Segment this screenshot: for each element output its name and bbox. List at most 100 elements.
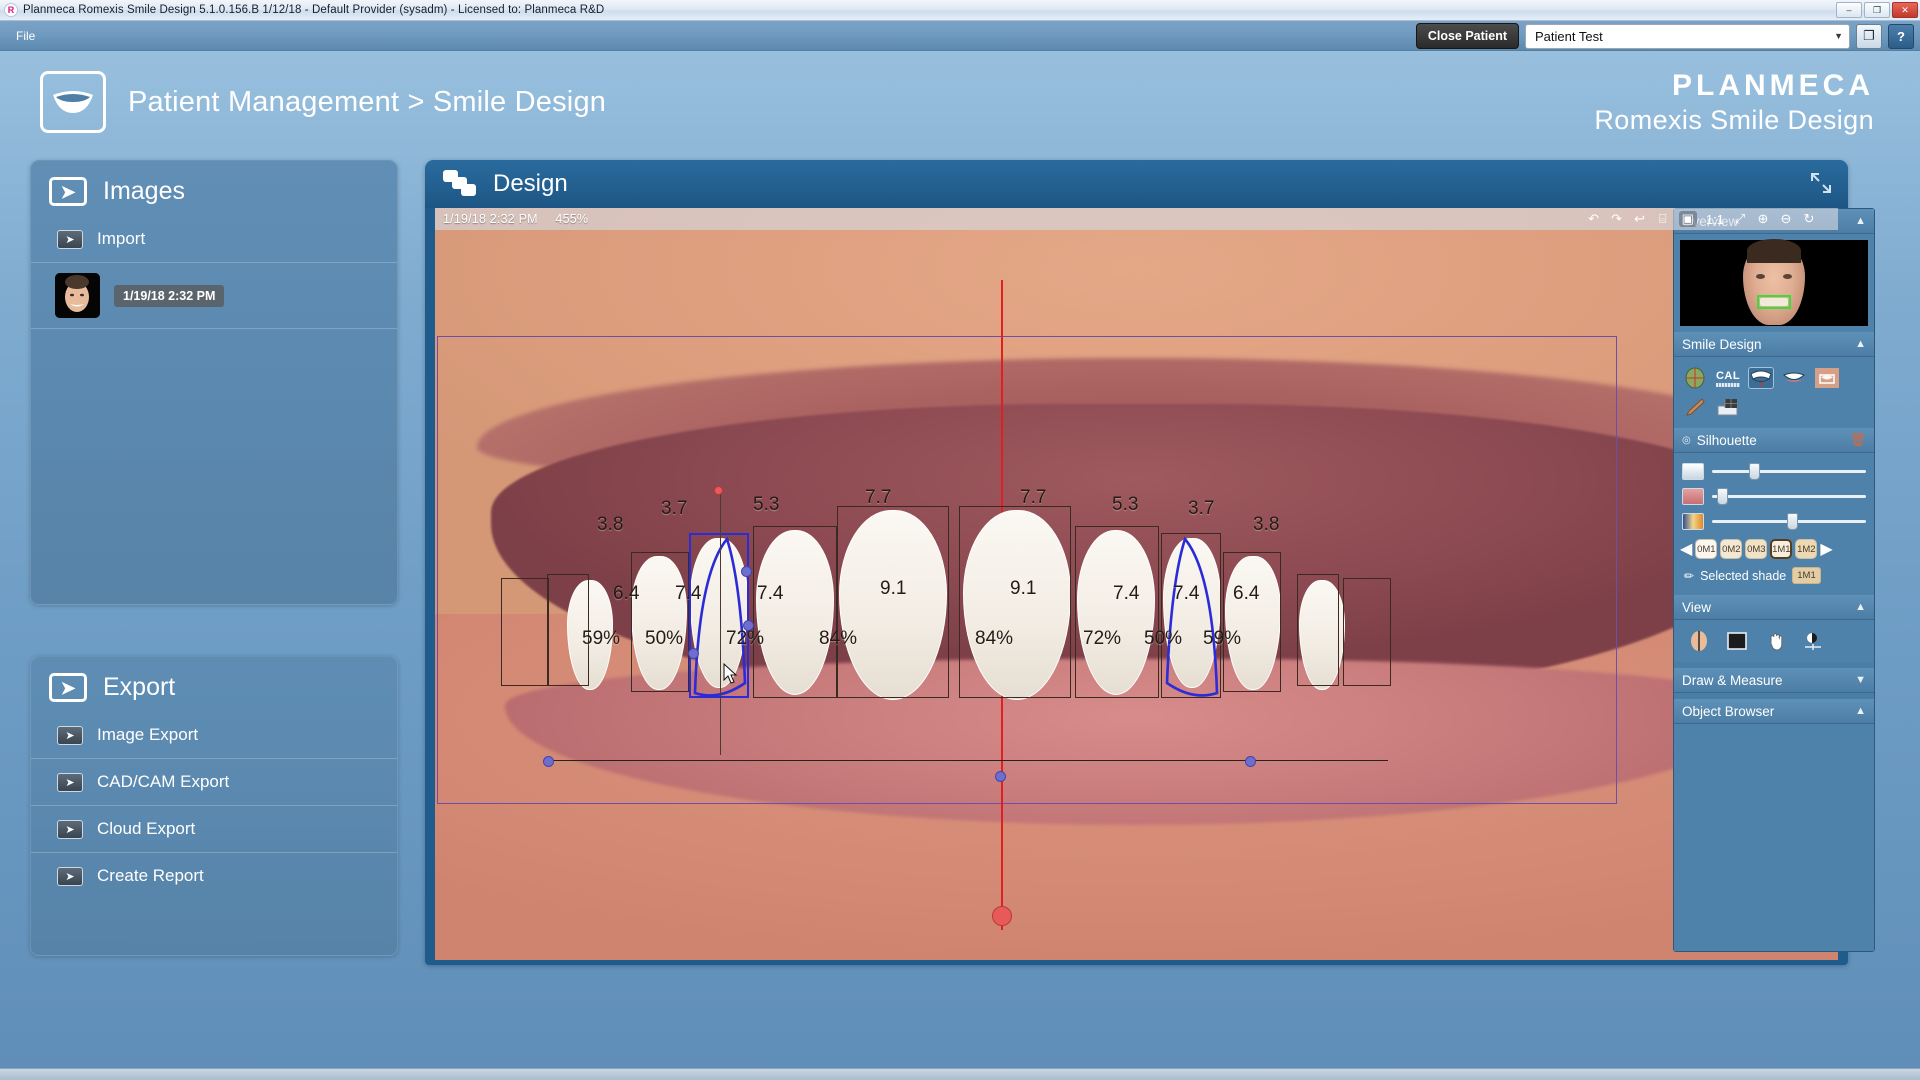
import-button[interactable]: ➤ Import <box>31 216 397 263</box>
tooth-bbox[interactable] <box>753 526 837 698</box>
brush-icon[interactable] <box>1682 396 1708 418</box>
smile-curve-handle-left[interactable] <box>543 756 554 767</box>
tooth-width-label: 5.3 <box>753 494 780 515</box>
shade-swatch[interactable]: 0M1 <box>1695 539 1718 559</box>
slider-knob[interactable] <box>1716 488 1728 505</box>
slider-track[interactable] <box>1712 513 1866 530</box>
tooth-width-label: 3.8 <box>597 514 624 535</box>
close-button[interactable]: ✕ <box>1892 2 1918 18</box>
tooth-bbox[interactable] <box>1223 552 1281 692</box>
section-header-view[interactable]: View ▲ <box>1674 595 1874 620</box>
object-browser-body[interactable] <box>1674 724 1874 951</box>
shade-swatch[interactable]: 0M3 <box>1745 539 1768 559</box>
layers-icon[interactable]: ⌸ <box>1656 211 1670 227</box>
window-controls[interactable]: – ❐ ✕ <box>1836 2 1918 18</box>
chevron-up-icon[interactable]: ▲ <box>1855 705 1866 717</box>
page-title: Patient Management > Smile Design <box>128 85 607 118</box>
export-item-image-export[interactable]: ➤ Image Export <box>31 712 397 759</box>
minimize-button[interactable]: – <box>1836 2 1862 18</box>
undo-icon[interactable]: ↶ <box>1587 211 1601 227</box>
tooth-bbox[interactable] <box>1075 526 1159 698</box>
tooth-bbox[interactable] <box>1297 574 1339 686</box>
chevron-up-icon[interactable]: ▲ <box>1855 215 1866 227</box>
tooth-bbox[interactable] <box>837 506 949 698</box>
menu-item-file[interactable]: File <box>6 26 45 46</box>
fit-frame-icon[interactable] <box>1724 630 1750 652</box>
camera-icon[interactable]: ▣ <box>1678 211 1697 227</box>
shade-swatch-selected[interactable]: 1M1 <box>1770 539 1793 559</box>
brightness-icon[interactable] <box>1800 630 1826 652</box>
slider-knob[interactable] <box>1748 463 1760 480</box>
maximize-button[interactable]: ❐ <box>1864 2 1890 18</box>
patient-select-value: Patient Test <box>1535 28 1603 44</box>
tooth-bbox[interactable] <box>1343 578 1391 686</box>
smile-curve-icon[interactable] <box>1781 367 1807 389</box>
export-item-create-report[interactable]: ➤ Create Report <box>31 853 397 899</box>
tooth-bbox[interactable] <box>631 552 689 692</box>
gums-opacity-slider[interactable] <box>1680 484 1868 509</box>
fit-screen-icon[interactable]: ⤢ <box>1733 211 1747 227</box>
slider-track[interactable] <box>1712 488 1866 505</box>
chevron-up-icon[interactable]: ▲ <box>1855 338 1866 350</box>
help-button[interactable]: ? <box>1888 23 1914 49</box>
actual-size-icon[interactable]: 1:1 <box>1706 211 1724 227</box>
trash-icon[interactable]: 🗑 <box>1849 432 1866 448</box>
reset-icon[interactable]: ↩ <box>1633 211 1647 227</box>
tooth-height-label: 6.4 <box>613 583 640 604</box>
pan-hand-icon[interactable] <box>1762 630 1788 652</box>
tooth-handle[interactable] <box>688 648 699 659</box>
face-grid-icon[interactable] <box>1682 367 1708 389</box>
section-header-object-browser[interactable]: Object Browser ▲ <box>1674 699 1874 724</box>
tooth-axis-handle[interactable] <box>714 486 723 495</box>
eyedropper-icon[interactable]: ✏ <box>1684 569 1694 583</box>
tooth-bbox[interactable] <box>501 578 549 686</box>
expand-arrows-icon[interactable] <box>1810 172 1832 194</box>
visibility-toggle-icon[interactable]: ◎ <box>1682 435 1691 446</box>
slider-track[interactable] <box>1712 463 1866 480</box>
calibration-icon[interactable]: CAL <box>1715 367 1741 389</box>
chevron-down-icon[interactable]: ▼ <box>1855 674 1866 686</box>
mouth-photo-icon[interactable] <box>1814 367 1840 389</box>
image-list-item[interactable]: 1/19/18 2:32 PM <box>31 263 397 329</box>
slider-knob[interactable] <box>1787 513 1799 530</box>
tooth-axis-line[interactable] <box>720 493 722 755</box>
tooth-handle[interactable] <box>741 566 752 577</box>
shade-swatch[interactable]: 1M2 <box>1795 539 1818 559</box>
viewport-toolbar: 1/19/18 2:32 PM 455% ↶ ↷ ↩ ⌸ ▣ 1:1 ⤢ ⊕ ⊖… <box>435 208 1838 230</box>
images-panel-header: ➤ Images <box>31 161 397 216</box>
smile-curve-handle-right[interactable] <box>1245 756 1256 767</box>
contrast-slider[interactable] <box>1680 509 1868 534</box>
shade-next-button[interactable]: ▶ <box>1820 539 1832 559</box>
teeth-opacity-slider[interactable] <box>1680 459 1868 484</box>
zoom-in-icon[interactable]: ⊕ <box>1756 211 1770 227</box>
shade-prev-button[interactable]: ◀ <box>1680 539 1692 559</box>
tooth-arch-icon[interactable] <box>1748 367 1774 389</box>
shade-swatch[interactable]: 0M2 <box>1720 539 1743 559</box>
redo-icon[interactable]: ↷ <box>1610 211 1624 227</box>
window-titlebar: R Planmeca Romexis Smile Design 5.1.0.15… <box>0 0 1920 21</box>
zoom-out-icon[interactable]: ⊖ <box>1779 211 1793 227</box>
section-header-silhouette[interactable]: ◎ Silhouette 🗑 <box>1674 428 1874 453</box>
chevron-up-icon[interactable]: ▲ <box>1855 601 1866 613</box>
tooth-ratio-label: 50% <box>645 628 684 649</box>
smile-curve-line[interactable] <box>548 760 1388 762</box>
rotate-icon[interactable]: ↻ <box>1802 211 1816 227</box>
section-header-draw-measure[interactable]: Draw & Measure ▼ <box>1674 668 1874 693</box>
screenshot-button[interactable]: ❐ <box>1856 23 1882 49</box>
smile-curve-handle-center[interactable] <box>995 771 1006 782</box>
patient-select[interactable]: Patient Test ▼ <box>1525 23 1850 49</box>
selected-tooth-outline-right[interactable] <box>1161 533 1223 701</box>
midline-handle-bottom[interactable] <box>992 906 1012 926</box>
export-item-cloud-export[interactable]: ➤ Cloud Export <box>31 806 397 853</box>
tooth-width-label: 3.7 <box>661 498 688 519</box>
export-arrow-icon: ➤ <box>49 673 87 702</box>
close-patient-button[interactable]: Close Patient <box>1415 23 1519 49</box>
design-viewport[interactable]: 1/19/18 2:32 PM 455% ↶ ↷ ↩ ⌸ ▣ 1:1 ⤢ ⊕ ⊖… <box>435 208 1838 960</box>
shade-guide-icon[interactable] <box>1715 396 1741 418</box>
section-header-smile-design[interactable]: Smile Design ▲ <box>1674 332 1874 357</box>
export-item-cadcam-export[interactable]: ➤ CAD/CAM Export <box>31 759 397 806</box>
tooth-bbox[interactable] <box>959 506 1071 698</box>
image-thumbnail[interactable] <box>55 273 100 318</box>
mirror-icon[interactable] <box>1686 630 1712 652</box>
overview-thumbnail[interactable] <box>1680 239 1868 326</box>
